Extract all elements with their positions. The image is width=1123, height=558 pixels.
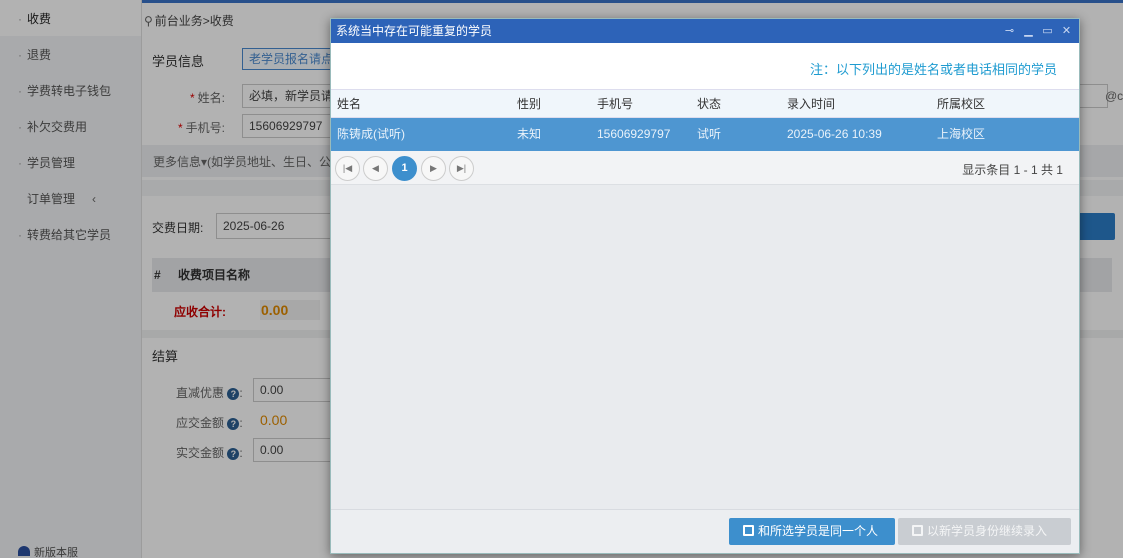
- table-row[interactable]: 陈铸成(试听) 未知 15606929797 试听 2025-06-26 10:…: [331, 118, 1079, 151]
- next-page-icon[interactable]: ▶: [421, 156, 446, 181]
- minimize-icon[interactable]: ▁: [1022, 19, 1035, 43]
- cell-status: 试听: [697, 127, 722, 141]
- new-entry-icon: [912, 525, 923, 536]
- dialog-controls: ⊸ ▁ ▭ ✕: [1003, 19, 1073, 43]
- new-student-button[interactable]: 以新学员身份继续录入: [898, 518, 1071, 545]
- new-student-label: 以新学员身份继续录入: [927, 524, 1048, 538]
- pin-icon[interactable]: ⊸: [1003, 19, 1016, 43]
- col-status[interactable]: 状态: [697, 90, 721, 119]
- pager-info: 显示条目 1 - 1 共 1: [962, 163, 1063, 177]
- last-page-icon[interactable]: ▶|: [449, 156, 474, 181]
- col-name[interactable]: 姓名: [337, 90, 361, 119]
- same-person-button[interactable]: 和所选学员是同一个人: [729, 518, 895, 545]
- same-person-label: 和所选学员是同一个人: [758, 524, 879, 538]
- col-phone[interactable]: 手机号: [597, 90, 633, 119]
- dialog-header: 系统当中存在可能重复的学员 ⊸ ▁ ▭ ✕: [331, 19, 1079, 43]
- dialog-footer: 和所选学员是同一个人 以新学员身份继续录入: [331, 509, 1079, 553]
- duplicate-student-dialog: 系统当中存在可能重复的学员 ⊸ ▁ ▭ ✕ 注：以下列出的是姓名或者电话相同的学…: [330, 18, 1080, 554]
- duplicate-note: 注：以下列出的是姓名或者电话相同的学员: [809, 62, 1057, 77]
- maximize-icon[interactable]: ▭: [1041, 19, 1054, 43]
- cell-name: 陈铸成(试听): [337, 127, 405, 141]
- save-icon: [743, 525, 754, 536]
- col-gender[interactable]: 性别: [517, 90, 541, 119]
- cell-campus: 上海校区: [937, 127, 986, 141]
- cell-entry-time: 2025-06-26 10:39: [787, 127, 882, 141]
- first-page-icon[interactable]: |◀: [335, 156, 360, 181]
- col-campus[interactable]: 所属校区: [937, 90, 985, 119]
- note-bar: 注：以下列出的是姓名或者电话相同的学员: [331, 43, 1079, 89]
- close-icon[interactable]: ✕: [1060, 19, 1073, 43]
- dialog-title: 系统当中存在可能重复的学员: [336, 24, 493, 38]
- col-entry-time[interactable]: 录入时间: [787, 90, 835, 119]
- cell-gender: 未知: [517, 127, 542, 141]
- page-button-current[interactable]: 1: [392, 156, 417, 181]
- grid-header: 姓名 性别 手机号 状态 录入时间 所属校区: [331, 89, 1079, 118]
- pager: |◀ ◀ 1 ▶ ▶| 显示条目 1 - 1 共 1: [331, 151, 1079, 185]
- prev-page-icon[interactable]: ◀: [363, 156, 388, 181]
- cell-phone: 15606929797: [597, 127, 671, 141]
